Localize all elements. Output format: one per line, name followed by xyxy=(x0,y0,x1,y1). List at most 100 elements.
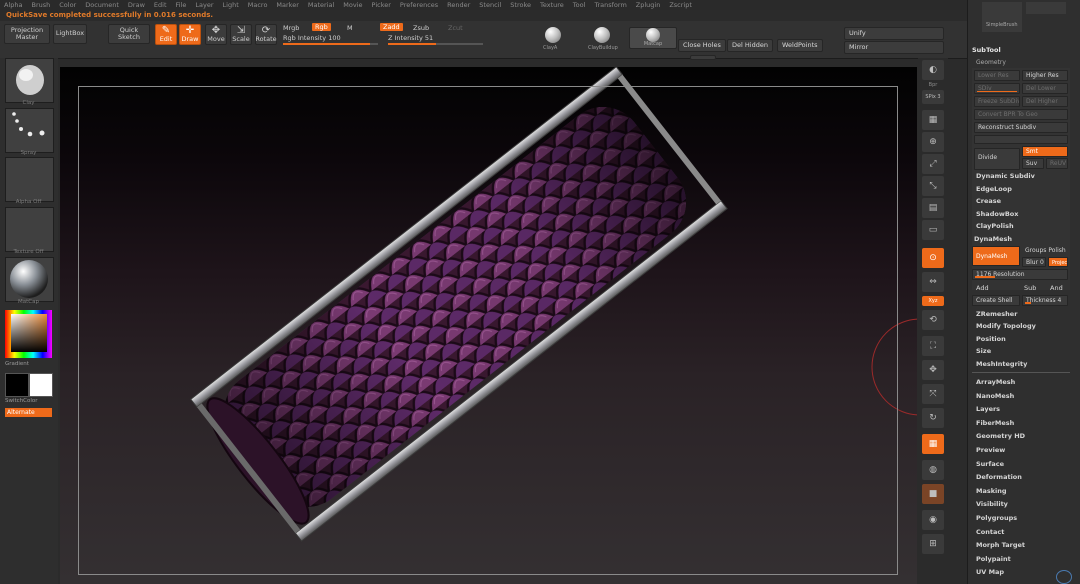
lower-res-button[interactable]: Lower Res xyxy=(974,70,1020,81)
create-shell-button[interactable]: Create Shell xyxy=(972,295,1020,306)
crease-item[interactable]: Crease xyxy=(976,197,1001,205)
edgeloop-item[interactable]: EdgeLoop xyxy=(976,185,1012,193)
position-item[interactable]: Position xyxy=(976,335,1006,343)
secondary-color-swatch[interactable] xyxy=(5,373,29,397)
scroll-button[interactable]: ▦ xyxy=(922,110,944,130)
menu-item-alpha[interactable]: Alpha xyxy=(4,1,22,9)
menu-item-brush[interactable]: Brush xyxy=(31,1,50,9)
brush-thumbnail[interactable] xyxy=(5,58,54,103)
menu-item-texture[interactable]: Texture xyxy=(540,1,564,9)
xyz-button[interactable]: Xyz xyxy=(922,296,944,306)
tool-slot-icon[interactable] xyxy=(1026,2,1066,14)
alpha-thumbnail[interactable] xyxy=(5,157,54,202)
material-swatch[interactable]: Matcap xyxy=(629,27,677,49)
freeze-subdiv-button[interactable]: Freeze SubDiv xyxy=(974,96,1020,107)
del-higher-button[interactable]: Del Higher xyxy=(1022,96,1068,107)
weld-points-button[interactable]: WeldPoints xyxy=(777,39,823,52)
menu-item-marker[interactable]: Marker xyxy=(276,1,298,9)
menu-item-zscript[interactable]: Zscript xyxy=(669,1,692,9)
quick-sketch-button[interactable]: Quick Sketch xyxy=(108,24,150,44)
draw-mode-button[interactable]: ✛ Draw xyxy=(179,24,201,45)
modify-topology-item[interactable]: Modify Topology xyxy=(976,322,1036,330)
color-picker-square[interactable] xyxy=(11,314,47,352)
dynamesh-button[interactable]: DynaMesh xyxy=(972,246,1020,266)
local-button[interactable]: ⊙ xyxy=(922,248,944,268)
resolution-slider[interactable]: 1176 Resolution xyxy=(972,269,1068,280)
m-toggle[interactable]: M xyxy=(347,24,353,32)
section-contact[interactable]: Contact xyxy=(976,528,1004,536)
section-polypaint[interactable]: Polypaint xyxy=(976,555,1011,563)
geometry-header[interactable]: Geometry xyxy=(976,59,1006,66)
switch-color-button[interactable]: SwitchColor xyxy=(5,398,38,404)
menu-item-zplugin[interactable]: Zplugin xyxy=(636,1,661,9)
move-mode-button[interactable]: ✥ Move xyxy=(205,24,227,45)
section-deformation[interactable]: Deformation xyxy=(976,473,1022,481)
clay-brush-icon[interactable] xyxy=(545,27,561,43)
lsym-button[interactable]: ⇔ xyxy=(922,272,944,292)
aahalf-button[interactable]: ⤡ xyxy=(922,176,944,196)
menu-item-file[interactable]: File xyxy=(176,1,187,9)
menu-item-macro[interactable]: Macro xyxy=(248,1,268,9)
solo-button[interactable]: ■ xyxy=(922,484,944,504)
menu-item-document[interactable]: Document xyxy=(85,1,119,9)
material-thumbnail[interactable] xyxy=(5,257,54,302)
zremesher-item[interactable]: ZRemesher xyxy=(976,310,1017,318)
subtool-header[interactable]: SubTool xyxy=(972,46,1001,54)
menu-item-material[interactable]: Material xyxy=(308,1,334,9)
section-geometry-hd[interactable]: Geometry HD xyxy=(976,432,1025,440)
scale-mode-button[interactable]: ⇲ Scale xyxy=(230,24,252,45)
mirror-button[interactable]: Mirror xyxy=(844,41,944,54)
section-surface[interactable]: Surface xyxy=(976,460,1004,468)
blur-slider[interactable]: Blur 0 xyxy=(1022,257,1046,267)
section-layers[interactable]: Layers xyxy=(976,405,1000,413)
close-holes-button[interactable]: Close Holes xyxy=(678,39,726,52)
thickness-slider[interactable]: Thickness 4 xyxy=(1022,295,1068,306)
claybuildup-brush-icon[interactable] xyxy=(594,27,610,43)
section-nanomesh[interactable]: NanoMesh xyxy=(976,392,1014,400)
rotate-axis-button[interactable]: ⟲ xyxy=(922,310,944,330)
del-lower-button[interactable]: Del Lower xyxy=(1022,83,1068,94)
polyf-button[interactable]: ▦ xyxy=(922,434,944,454)
menu-item-tool[interactable]: Tool xyxy=(573,1,586,9)
suv-toggle[interactable]: Suv xyxy=(1022,158,1044,169)
meshintegrity-item[interactable]: MeshIntegrity xyxy=(976,360,1027,368)
section-preview[interactable]: Preview xyxy=(976,446,1005,454)
dynamesh-header[interactable]: DynaMesh xyxy=(974,235,1012,243)
actual-button[interactable]: ⤢ xyxy=(922,154,944,174)
menu-item-preferences[interactable]: Preferences xyxy=(400,1,438,9)
menu-item-movie[interactable]: Movie xyxy=(343,1,362,9)
project-toggle[interactable]: Project xyxy=(1048,257,1068,267)
dynamic-subdiv-item[interactable]: Dynamic Subdiv xyxy=(976,172,1035,180)
rgb-toggle[interactable]: Rgb xyxy=(312,23,331,31)
menu-item-stroke[interactable]: Stroke xyxy=(510,1,531,9)
main-color-swatch[interactable] xyxy=(29,373,53,397)
size-item[interactable]: Size xyxy=(976,347,991,355)
shadowbox-item[interactable]: ShadowBox xyxy=(976,210,1018,218)
section-visibility[interactable]: Visibility xyxy=(976,500,1008,508)
persp-button[interactable]: ▤ xyxy=(922,198,944,218)
move-view-button[interactable]: ✥ xyxy=(922,360,944,380)
convert-bpr-geo-button[interactable] xyxy=(974,135,1068,144)
section-uv-map[interactable]: UV Map xyxy=(976,568,1004,576)
claypolish-item[interactable]: ClayPolish xyxy=(976,222,1014,230)
rotate-mode-button[interactable]: ⟳ Rotate xyxy=(255,24,277,45)
scale-view-button[interactable]: ⤧ xyxy=(922,384,944,404)
menu-item-color[interactable]: Color xyxy=(59,1,76,9)
floor-button[interactable]: ▭ xyxy=(922,220,944,240)
section-morph-target[interactable]: Morph Target xyxy=(976,541,1025,549)
section-masking[interactable]: Masking xyxy=(976,487,1007,495)
spix-button[interactable]: SPix 3 xyxy=(922,90,944,104)
menu-item-render[interactable]: Render xyxy=(447,1,470,9)
sdiv-slider[interactable]: SDiv xyxy=(974,83,1020,94)
menu-item-draw[interactable]: Draw xyxy=(128,1,145,9)
reconstruct-subdiv-button[interactable]: Reconstruct Subdiv xyxy=(974,122,1068,133)
smt-toggle[interactable]: Smt xyxy=(1022,146,1068,157)
del-hidden-button[interactable]: Del Hidden xyxy=(727,39,773,52)
and-button[interactable]: And xyxy=(1050,284,1063,292)
menu-item-transform[interactable]: Transform xyxy=(594,1,626,9)
stroke-thumbnail[interactable] xyxy=(5,108,54,153)
zcut-toggle[interactable]: Zcut xyxy=(448,24,463,32)
menu-item-stencil[interactable]: Stencil xyxy=(479,1,501,9)
xpose-button[interactable]: ◉ xyxy=(922,510,944,530)
transp-button[interactable]: ◍ xyxy=(922,460,944,480)
